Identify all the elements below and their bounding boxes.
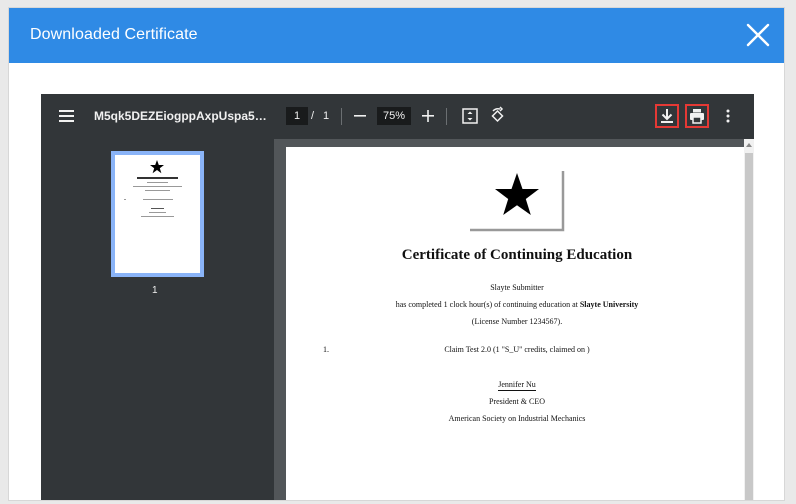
fit-to-page-icon[interactable] xyxy=(461,107,479,125)
completion-text: has completed 1 clock hour(s) of continu… xyxy=(395,300,639,309)
recipient-name: Slayte Submitter xyxy=(490,283,544,292)
license-number: (License Number 1234567). xyxy=(471,317,563,326)
organization-name: American Society on Industrial Mechanics xyxy=(448,414,586,423)
print-button[interactable] xyxy=(685,104,709,128)
thumbnail-preview xyxy=(124,160,182,217)
toolbar-divider xyxy=(446,108,447,125)
pdf-viewer: M5qk5DEZEiogppAxpUspa5LcJfO... 1 / 1 75% xyxy=(41,94,754,500)
zoom-out-icon[interactable] xyxy=(352,106,368,126)
rotate-icon[interactable] xyxy=(488,106,507,126)
modal-header: Downloaded Certificate xyxy=(9,8,784,63)
certificate-title: Certificate of Continuing Education xyxy=(401,247,633,263)
modal-title: Downloaded Certificate xyxy=(30,26,198,43)
print-icon xyxy=(690,109,704,124)
scrollbar[interactable] xyxy=(744,139,754,500)
total-pages: 1 xyxy=(323,110,330,122)
download-button[interactable] xyxy=(655,104,679,128)
page-thumbnail[interactable] xyxy=(111,151,204,277)
page-separator: / xyxy=(311,110,315,122)
thumbnail-sidebar: 1 xyxy=(41,139,274,500)
more-options-icon[interactable] xyxy=(722,108,734,124)
pdf-filename: M5qk5DEZEiogppAxpUspa5LcJfO... xyxy=(94,109,272,123)
zoom-input[interactable]: 75% xyxy=(377,107,411,125)
signer-title: President & CEO xyxy=(489,397,545,406)
claim-text: Claim Test 2.0 (1 "S_U" credits, claimed… xyxy=(444,345,590,354)
star-logo-icon xyxy=(470,171,565,232)
page-number-input[interactable]: 1 xyxy=(286,107,308,125)
scroll-thumb[interactable] xyxy=(745,153,753,500)
menu-icon[interactable] xyxy=(58,108,76,124)
certificate-modal: Downloaded Certificate M5qk5DEZEiogppAxp… xyxy=(9,8,784,500)
signer-name: Jennifer Nu xyxy=(498,380,536,391)
pdf-page: Certificate of Continuing Education Slay… xyxy=(286,147,748,500)
thumbnail-page-number: 1 xyxy=(152,285,158,296)
close-icon[interactable] xyxy=(745,22,771,48)
scroll-up-icon[interactable] xyxy=(745,141,753,149)
toolbar-divider xyxy=(341,108,342,125)
zoom-in-icon[interactable] xyxy=(420,106,436,126)
download-icon xyxy=(661,109,673,123)
pdf-toolbar: M5qk5DEZEiogppAxpUspa5LcJfO... 1 / 1 75% xyxy=(41,94,754,139)
